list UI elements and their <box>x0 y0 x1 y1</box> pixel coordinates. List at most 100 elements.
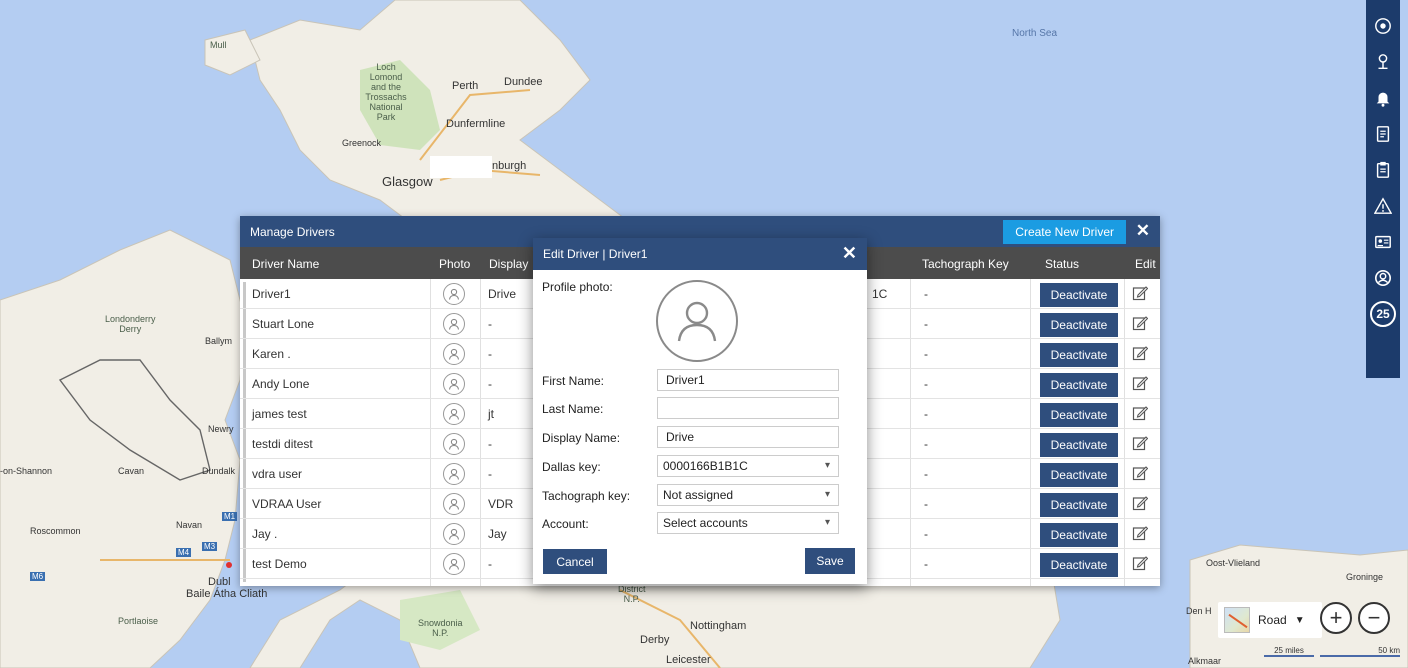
col-tachograph-key[interactable]: Tachograph Key <box>922 257 1009 271</box>
edit-icon[interactable] <box>1132 315 1149 331</box>
deactivate-button[interactable]: Deactivate <box>1040 433 1118 457</box>
edit-icon[interactable] <box>1132 375 1149 391</box>
deactivate-button[interactable]: Deactivate <box>1040 343 1118 367</box>
edit-icon[interactable] <box>1132 435 1149 451</box>
tachograph-key-cell: - <box>924 497 928 511</box>
map-label-mask <box>430 156 492 178</box>
scale-km: 50 km <box>1320 646 1400 657</box>
cancel-button[interactable]: Cancel <box>543 549 607 574</box>
col-edit: Edit <box>1135 257 1156 271</box>
display-name-cell: Jay <box>488 527 507 541</box>
count-icon: 25 <box>1370 301 1396 327</box>
display-name-cell: - <box>488 377 492 391</box>
user-icon <box>677 301 717 342</box>
map-label-perth: Perth <box>452 80 479 92</box>
edit-icon[interactable] <box>1132 495 1149 511</box>
driver-name-cell: Jay . <box>252 527 278 541</box>
id-card-icon[interactable] <box>1366 224 1400 260</box>
col-status: Status <box>1045 257 1080 271</box>
driver-icon[interactable] <box>1366 260 1400 296</box>
display-name-cell: - <box>488 437 492 451</box>
chevron-down-icon: ▾ <box>824 489 830 500</box>
map-label-nottingham: Nottingham <box>690 620 747 632</box>
tachograph-key-cell: - <box>924 347 928 361</box>
deactivate-button[interactable]: Deactivate <box>1040 523 1118 547</box>
deactivate-button[interactable]: Deactivate <box>1040 493 1118 517</box>
close-icon[interactable]: ✕ <box>842 243 857 264</box>
map-label-district: District N.P. <box>618 584 646 604</box>
edit-icon[interactable] <box>1132 555 1149 571</box>
first-name-field[interactable]: Driver1 <box>657 369 839 391</box>
clipboard-icon[interactable] <box>1366 152 1400 188</box>
dallas-key-select[interactable]: 0000166B1B1C ▾ <box>657 455 839 477</box>
tachograph-key-cell: - <box>924 527 928 541</box>
last-name-label: Last Name: <box>542 402 604 416</box>
map-label-leicester: Leicester <box>666 654 711 666</box>
account-select[interactable]: Select accounts ▾ <box>657 512 839 534</box>
map-label-oost-vlieland: Oost-Vlieland <box>1206 558 1261 568</box>
map-label-newry: Newry <box>208 424 234 434</box>
map-label-dunfermline: Dunfermline <box>446 118 506 130</box>
map-layer-label: Road <box>1258 613 1287 627</box>
edit-driver-dialog: Edit Driver | Driver1 ✕ Profile photo: F… <box>533 238 867 584</box>
col-photo: Photo <box>439 257 471 271</box>
deactivate-button[interactable]: Deactivate <box>1040 463 1118 487</box>
col-display[interactable]: Display <box>489 257 528 271</box>
edit-icon[interactable] <box>1132 525 1149 541</box>
warning-icon[interactable] <box>1366 188 1400 224</box>
map-layer-selector[interactable]: Road ▼ <box>1218 602 1322 638</box>
map-label-north-sea: North Sea <box>1012 28 1058 39</box>
map-label-navan: Navan <box>176 520 203 530</box>
deactivate-button[interactable]: Deactivate <box>1040 403 1118 427</box>
tachograph-key-cell: - <box>924 467 928 481</box>
driver-name-cell: test Demo <box>252 557 307 571</box>
account-value: Select accounts <box>663 516 748 530</box>
map-label-roscommon: Roscommon <box>30 526 81 536</box>
route-pin-icon[interactable] <box>1366 44 1400 80</box>
zoom-in-button[interactable]: + <box>1320 602 1352 634</box>
map-label-mull: Mull <box>210 40 227 50</box>
deactivate-button[interactable]: Deactivate <box>1040 313 1118 337</box>
deactivate-button[interactable]: Deactivate <box>1040 553 1118 577</box>
save-button[interactable]: Save <box>805 548 855 574</box>
chevron-down-icon: ▾ <box>824 517 830 528</box>
map-label-dundee: Dundee <box>504 76 543 88</box>
map-label-dundalk: Dundalk <box>202 466 236 476</box>
driver-name-cell: vdra user <box>252 467 303 481</box>
dallas-key-value: 0000166B1B1C <box>663 459 748 473</box>
driver-name-cell: Driver1 <box>252 287 291 301</box>
edit-icon[interactable] <box>1132 285 1149 301</box>
user-photo-icon <box>443 493 465 515</box>
display-name-cell: VDR <box>488 497 514 511</box>
map-label-groninge: Groninge <box>1346 572 1384 582</box>
notification-count-badge[interactable]: 25 <box>1366 296 1400 332</box>
edit-icon[interactable] <box>1132 465 1149 481</box>
deactivate-button[interactable]: Deactivate <box>1040 283 1118 307</box>
col-driver-name[interactable]: Driver Name <box>252 257 319 271</box>
tachograph-key-select[interactable]: Not assigned ▾ <box>657 484 839 506</box>
last-name-field[interactable] <box>657 397 839 419</box>
map-label-snowdonia: Snowdonia N.P. <box>418 618 463 638</box>
display-name-cell: - <box>488 347 492 361</box>
display-name-field[interactable]: Drive <box>657 426 839 448</box>
profile-photo-avatar[interactable] <box>656 280 738 362</box>
navigation-icon[interactable] <box>1366 8 1400 44</box>
deactivate-button[interactable]: Deactivate <box>1040 373 1118 397</box>
tachograph-key-cell: - <box>924 437 928 451</box>
alert-bell-icon[interactable] <box>1366 80 1400 116</box>
user-photo-icon <box>443 403 465 425</box>
edit-icon[interactable] <box>1132 345 1149 361</box>
edit-driver-header: Edit Driver | Driver1 ✕ <box>533 238 867 270</box>
scale-miles: 25 miles <box>1264 646 1314 657</box>
driver-name-cell: VDRAA User <box>252 497 322 511</box>
map-label-ballym: Ballym <box>205 336 233 346</box>
close-icon[interactable]: ✕ <box>1136 221 1150 241</box>
user-photo-icon <box>443 433 465 455</box>
zoom-out-button[interactable]: − <box>1358 602 1390 634</box>
create-new-driver-button[interactable]: Create New Driver <box>1003 220 1126 244</box>
user-photo-icon <box>443 553 465 575</box>
road-shield-m3: M3 <box>202 542 218 551</box>
edit-icon[interactable] <box>1132 405 1149 421</box>
document-icon[interactable] <box>1366 116 1400 152</box>
map-label-cavan: Cavan <box>118 466 145 476</box>
